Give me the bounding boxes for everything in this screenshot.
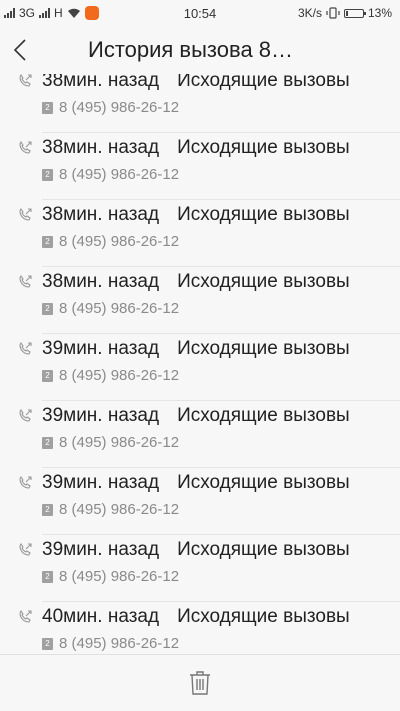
call-subtitle: 2 8 (495) 986-26-12: [42, 635, 179, 652]
page-title: История вызова 8…: [88, 37, 294, 62]
call-row[interactable]: 39мин. назад Исходящие вызовы 2 8 (495) 986…: [0, 334, 400, 401]
call-subtitle: 2 8 (495) 986-26-12: [42, 434, 179, 451]
call-number: 8 (495) 986-26-12: [59, 99, 180, 116]
call-number: 8 (495) 986-26-12: [59, 166, 180, 183]
call-time: 39мин. назад: [42, 338, 160, 359]
call-time: 38мин. назад: [42, 74, 160, 91]
call-subtitle: 2 8 (495) 986-26-12: [42, 300, 179, 317]
call-subtitle: 2 8 (495) 986-26-12: [42, 99, 179, 116]
call-number: 8 (495) 986-26-12: [59, 568, 180, 585]
outgoing-call-icon: [19, 342, 32, 355]
outgoing-call-icon: [19, 208, 32, 221]
call-title: 40мин. назад Исходящие вызовы: [42, 606, 350, 628]
app-notification-icon: [84, 6, 99, 20]
call-subtitle: 2 8 (495) 986-26-12: [42, 501, 179, 518]
call-title: 39мин. назад Исходящие вызовы: [42, 405, 350, 427]
call-subtitle: 2 8 (495) 986-26-12: [42, 166, 179, 183]
status-right: 3K/s 13%: [298, 6, 392, 20]
delete-button[interactable]: [180, 663, 220, 703]
call-row[interactable]: 39мин. назад Исходящие вызовы 2 8 (495) 986…: [0, 468, 400, 535]
bottom-toolbar: [0, 654, 400, 711]
call-subtitle: 2 8 (495) 986-26-12: [42, 367, 179, 384]
wifi-icon: [67, 8, 80, 18]
call-history-list[interactable]: 38мин. назад Исходящие вызовы 2 8 (495) 986…: [0, 74, 400, 654]
battery-level: [345, 10, 348, 16]
call-number: 8 (495) 986-26-12: [59, 434, 180, 451]
call-type: Исходящие вызовы: [177, 606, 350, 627]
call-type: Исходящие вызовы: [177, 472, 350, 493]
call-title: 38мин. назад Исходящие вызовы: [42, 271, 350, 293]
call-type: Исходящие вызовы: [177, 405, 350, 426]
call-time: 38мин. назад: [42, 204, 160, 225]
call-time: 38мин. назад: [42, 137, 160, 158]
outgoing-call-icon: [19, 610, 32, 623]
call-number: 8 (495) 986-26-12: [59, 635, 180, 652]
call-row[interactable]: 38мин. назад Исходящие вызовы 2 8 (495) 986…: [0, 267, 400, 334]
call-type: Исходящие вызовы: [177, 204, 350, 225]
call-type: Исходящие вызовы: [177, 539, 350, 560]
sim-icon: 2: [42, 503, 53, 516]
call-row[interactable]: 39мин. назад Исходящие вызовы 2 8 (495) 986…: [0, 401, 400, 468]
call-type: Исходящие вызовы: [177, 137, 350, 158]
sim-icon: 2: [42, 436, 53, 449]
call-type: Исходящие вызовы: [177, 74, 350, 91]
status-bar: 3G H 10:54 3K/s 13%: [0, 0, 400, 26]
signal-icon: [4, 8, 15, 18]
call-time: 40мин. назад: [42, 606, 160, 627]
network-type: 3G: [19, 6, 36, 20]
vibrate-icon: [326, 7, 340, 19]
call-time: 39мин. назад: [42, 472, 160, 493]
network-type-2: H: [54, 6, 63, 20]
outgoing-call-icon: [19, 409, 32, 422]
sim-icon: 2: [42, 101, 53, 114]
call-row[interactable]: 38мин. назад Исходящие вызовы 2 8 (495) 986…: [0, 133, 400, 200]
sim-icon: 2: [42, 369, 53, 382]
call-row[interactable]: 38мин. назад Исходящие вызовы 2 8 (495) 986…: [0, 200, 400, 267]
outgoing-call-icon: [19, 74, 32, 87]
call-row[interactable]: 39мин. назад Исходящие вызовы 2 8 (495) 986…: [0, 535, 400, 602]
outgoing-call-icon: [19, 543, 32, 556]
back-button[interactable]: [0, 26, 40, 74]
call-title: 38мин. назад Исходящие вызовы: [42, 74, 350, 92]
outgoing-call-icon: [19, 476, 32, 489]
call-title: 39мин. назад Исходящие вызовы: [42, 539, 350, 561]
call-subtitle: 2 8 (495) 986-26-12: [42, 233, 179, 250]
call-number: 8 (495) 986-26-12: [59, 233, 180, 250]
call-title: 39мин. назад Исходящие вызовы: [42, 338, 350, 360]
call-type: Исходящие вызовы: [177, 338, 350, 359]
call-time: 39мин. назад: [42, 539, 160, 560]
sim-icon: 2: [42, 570, 53, 583]
outgoing-call-icon: [19, 275, 32, 288]
sim-icon: 2: [42, 302, 53, 315]
app-header: История вызова 8…: [0, 26, 400, 74]
battery-icon: [343, 8, 366, 18]
call-number: 8 (495) 986-26-12: [59, 501, 180, 518]
call-time: 38мин. назад: [42, 271, 160, 292]
call-row[interactable]: 38мин. назад Исходящие вызовы 2 8 (495) 986…: [0, 74, 400, 133]
trash-icon: [190, 671, 210, 695]
outgoing-call-icon: [19, 141, 32, 154]
battery-percent: 13%: [367, 6, 392, 20]
call-title: 38мин. назад Исходящие вызовы: [42, 137, 350, 159]
call-title: 38мин. назад Исходящие вызовы: [42, 204, 350, 226]
call-subtitle: 2 8 (495) 986-26-12: [42, 568, 179, 585]
call-row[interactable]: 40мин. назад Исходящие вызовы 2 8 (495) 986…: [0, 602, 400, 654]
call-number: 8 (495) 986-26-12: [59, 300, 180, 317]
sim-icon: 2: [42, 168, 53, 181]
status-left: 3G H: [4, 6, 99, 20]
network-speed: 3K/s: [297, 6, 322, 20]
call-title: 39мин. назад Исходящие вызовы: [42, 472, 350, 494]
call-type: Исходящие вызовы: [177, 271, 350, 292]
signal-icon-2: [39, 8, 51, 18]
sim-icon: 2: [42, 637, 53, 650]
chevron-left-icon: [13, 39, 26, 61]
call-time: 39мин. назад: [42, 405, 160, 426]
sim-icon: 2: [42, 235, 53, 248]
call-number: 8 (495) 986-26-12: [59, 367, 180, 384]
